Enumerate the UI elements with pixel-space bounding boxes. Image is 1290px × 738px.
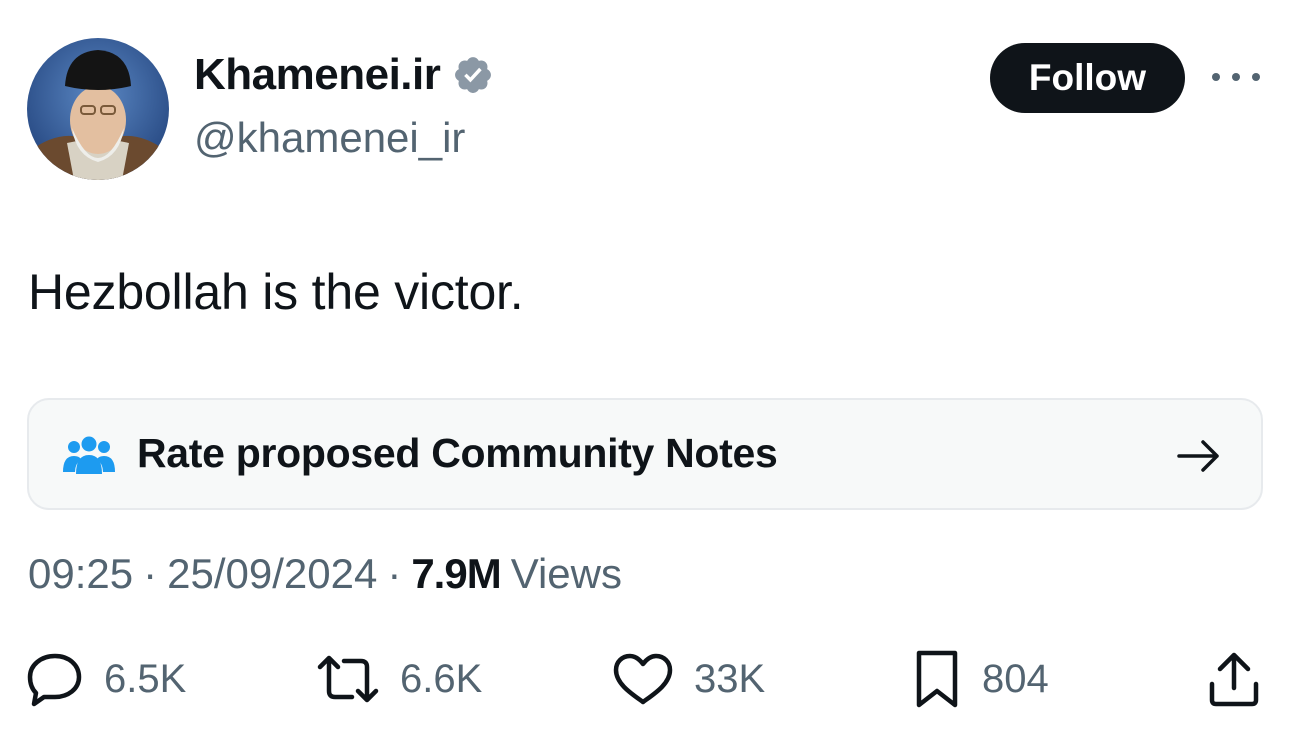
more-options-icon[interactable] xyxy=(1212,62,1260,92)
author-name-text[interactable]: Khamenei.ir xyxy=(194,50,441,100)
reply-icon xyxy=(27,653,82,707)
tweet-meta: 09:25 · 25/09/2024 · 7.9M Views xyxy=(28,550,622,598)
repost-icon xyxy=(317,655,379,703)
repost-count: 6.6K xyxy=(400,656,483,701)
views-label: Views xyxy=(510,550,622,597)
heart-icon xyxy=(613,653,673,705)
tweet-date[interactable]: 25/09/2024 xyxy=(167,550,377,598)
community-notes-label: Rate proposed Community Notes xyxy=(137,430,778,476)
like-button[interactable]: 33K xyxy=(612,648,765,710)
author-handle[interactable]: @khamenei_ir xyxy=(194,114,465,162)
like-count: 33K xyxy=(694,656,766,701)
arrow-right-icon xyxy=(1177,440,1219,472)
views-count: 7.9M xyxy=(411,550,501,597)
bookmark-button[interactable]: 804 xyxy=(912,648,1049,710)
tweet-time[interactable]: 09:25 xyxy=(28,550,133,598)
share-icon xyxy=(1209,652,1259,707)
community-notes-card[interactable]: Rate proposed Community Notes xyxy=(27,398,1263,510)
reply-button[interactable]: 6.5K xyxy=(26,648,186,710)
bookmark-icon xyxy=(916,650,958,708)
more-dot xyxy=(1232,73,1240,81)
author-avatar[interactable] xyxy=(27,38,169,180)
meta-separator: · xyxy=(143,550,158,597)
more-dot xyxy=(1212,73,1220,81)
repost-button[interactable]: 6.6K xyxy=(316,648,482,710)
share-button[interactable] xyxy=(1206,648,1262,710)
author-display-name[interactable]: Khamenei.ir xyxy=(194,50,494,100)
bookmark-count: 804 xyxy=(982,656,1049,701)
meta-separator: · xyxy=(387,550,402,597)
people-icon xyxy=(63,436,115,474)
reply-count: 6.5K xyxy=(104,656,187,701)
follow-button[interactable]: Follow xyxy=(990,43,1185,113)
tweet-text: Hezbollah is the victor. xyxy=(28,264,524,320)
verified-badge-icon xyxy=(455,57,492,93)
more-dot xyxy=(1252,73,1260,81)
